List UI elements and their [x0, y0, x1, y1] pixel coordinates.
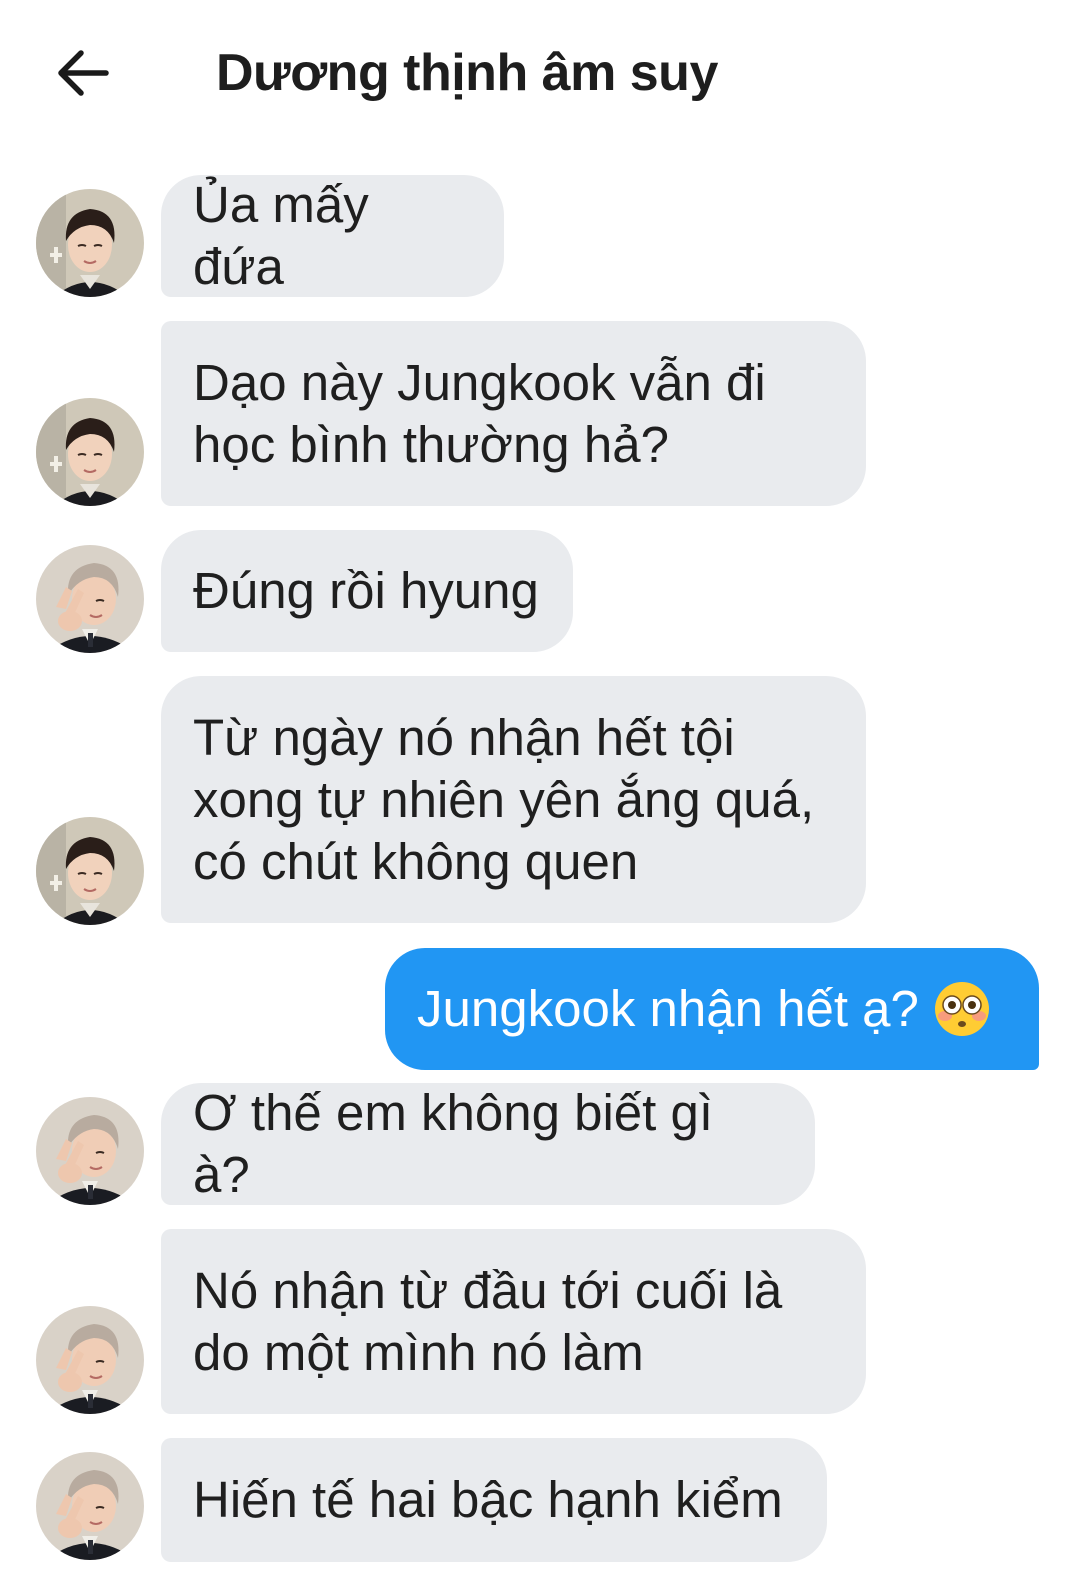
message-text: Từ ngày nó nhận hết tội xong tự nhiên yê…: [193, 708, 815, 890]
message-text: Dạo này Jungkook vẫn đi học bình thường …: [193, 353, 766, 473]
message-text: Ơ thế em không biết gì à?: [193, 1084, 714, 1203]
message-text: Hiến tế hai bậc hạnh kiểm: [193, 1471, 783, 1528]
message-bubble-outgoing[interactable]: Jungkook nhận hết ạ?: [385, 948, 1039, 1070]
message-text: Ủa mấy đứa: [193, 176, 369, 295]
message-text: Jungkook nhận hết ạ?: [417, 980, 919, 1037]
avatar-jin[interactable]: [36, 817, 144, 925]
message-bubble[interactable]: Ơ thế em không biết gì à?: [161, 1083, 815, 1205]
message-bubble[interactable]: Từ ngày nó nhận hết tội xong tự nhiên yê…: [161, 676, 866, 923]
avatar-rm[interactable]: [36, 1097, 144, 1205]
avatar-rm[interactable]: [36, 1452, 144, 1560]
avatar-rm[interactable]: [36, 1306, 144, 1414]
message-text: Đúng rồi hyung: [193, 562, 539, 619]
avatar-jin[interactable]: [36, 189, 144, 297]
message-text: Nó nhận từ đầu tới cuối là do một mình n…: [193, 1261, 783, 1381]
message-bubble[interactable]: Đúng rồi hyung: [161, 530, 573, 652]
back-button[interactable]: [50, 40, 116, 106]
message-bubble[interactable]: Hiến tế hai bậc hạnh kiểm: [161, 1438, 827, 1562]
message-bubble[interactable]: Ủa mấy đứa: [161, 175, 504, 297]
arrow-left-icon: [58, 50, 109, 96]
flushed-face-emoji: [933, 980, 991, 1038]
avatar-rm[interactable]: [36, 545, 144, 653]
avatar-jin[interactable]: [36, 398, 144, 506]
chat-title: Dương thịnh âm suy: [216, 44, 718, 102]
chat-header: Dương thịnh âm suy: [0, 0, 1080, 150]
message-bubble[interactable]: Nó nhận từ đầu tới cuối là do một mình n…: [161, 1229, 866, 1414]
message-bubble[interactable]: Dạo này Jungkook vẫn đi học bình thường …: [161, 321, 866, 506]
